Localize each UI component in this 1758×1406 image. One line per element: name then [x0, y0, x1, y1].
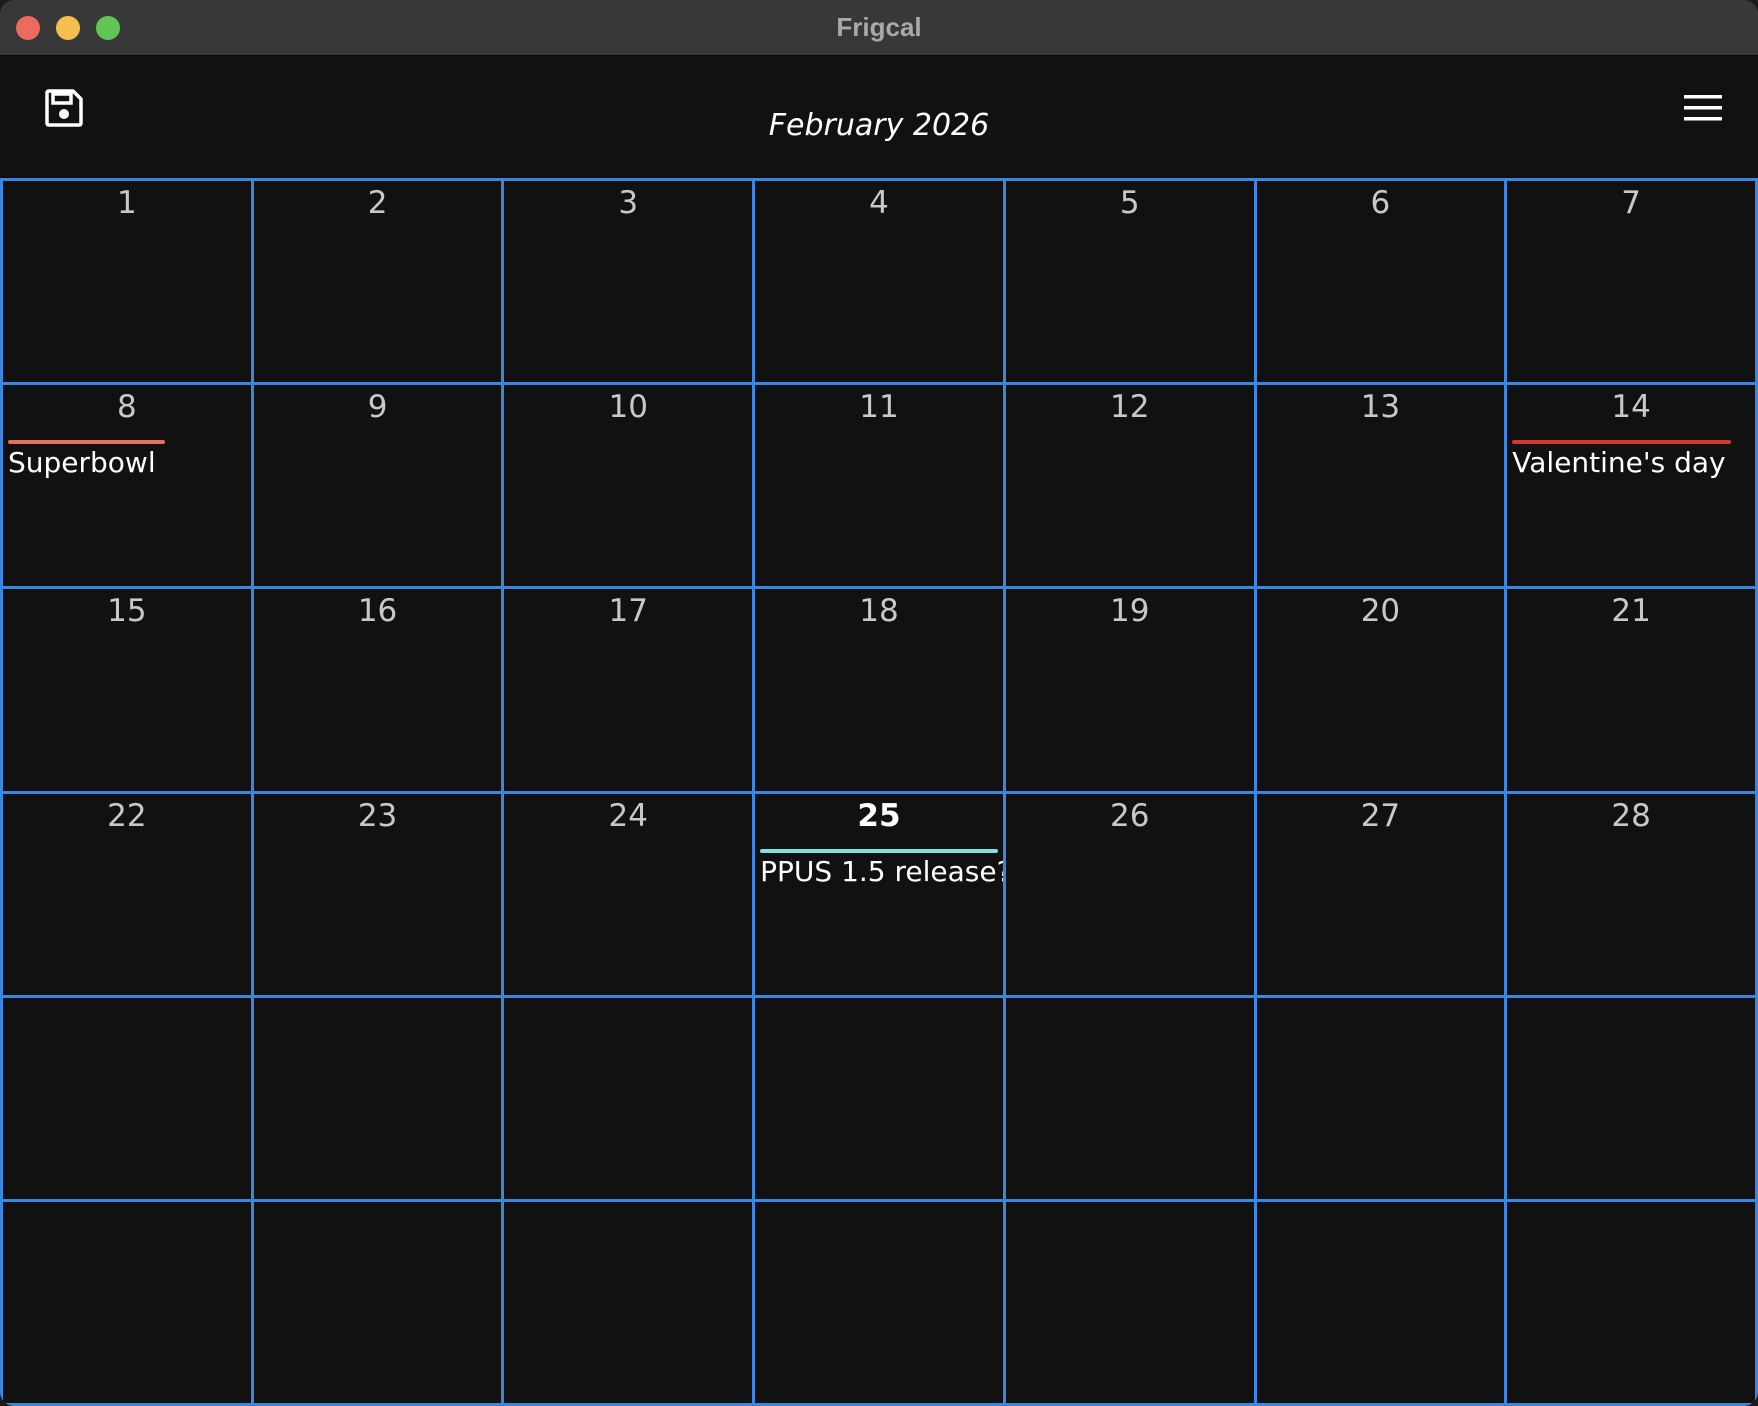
day-cell[interactable]: 13 — [1256, 385, 1508, 590]
event-category-bar — [760, 848, 998, 853]
day-cell[interactable] — [504, 997, 756, 1202]
day-cell[interactable] — [504, 1201, 756, 1406]
day-cell[interactable]: 23 — [253, 793, 505, 998]
event-category-bar — [1512, 440, 1731, 445]
day-cell[interactable]: 26 — [1005, 793, 1257, 998]
day-cell[interactable]: 18 — [755, 589, 1006, 794]
day-cell[interactable] — [755, 1201, 1006, 1406]
day-cell[interactable]: 20 — [1256, 589, 1508, 794]
event-item[interactable]: Superbowl — [8, 440, 246, 480]
day-cell[interactable]: 10 — [504, 385, 756, 590]
day-number: 11 — [859, 389, 899, 426]
day-number: 2 — [367, 185, 388, 221]
day-number: 15 — [107, 593, 147, 630]
day-cell[interactable]: 17 — [504, 589, 756, 794]
event-category-bar — [8, 440, 165, 445]
day-cell[interactable] — [3, 1201, 254, 1406]
day-number: 4 — [869, 185, 889, 221]
day-number: 16 — [357, 593, 398, 630]
day-cell[interactable] — [1256, 1201, 1508, 1406]
event-label: Superbowl — [8, 446, 156, 480]
event-label: PPUS 1.5 release? — [760, 854, 1006, 888]
day-cell[interactable]: 21 — [1507, 589, 1758, 794]
day-number: 1 — [116, 185, 137, 221]
month-grid: 1 2 3 4 5 6 7 8 Superbowl 9 10 11 12 13 14 Valentine's … — [0, 178, 1758, 1406]
day-number: 9 — [367, 389, 388, 426]
day-number: 22 — [107, 797, 147, 834]
day-number: 7 — [1621, 185, 1641, 221]
day-cell[interactable]: 2 — [253, 181, 505, 386]
day-cell[interactable]: 19 — [1005, 589, 1257, 794]
day-number: 23 — [357, 797, 398, 834]
day-cell[interactable] — [1507, 1201, 1758, 1406]
day-cell[interactable] — [755, 997, 1006, 1202]
day-number: 14 — [1611, 389, 1651, 426]
day-cell[interactable]: 15 — [3, 589, 254, 794]
day-cell[interactable]: 7 — [1507, 181, 1758, 386]
day-number: 13 — [1360, 389, 1401, 426]
day-number: 26 — [1109, 797, 1150, 834]
day-cell[interactable]: 12 — [1005, 385, 1257, 590]
day-cell[interactable]: 27 — [1256, 793, 1508, 998]
toolbar: February 2026 — [0, 56, 1758, 178]
day-cell[interactable] — [1256, 997, 1508, 1202]
hamburger-menu-icon — [1684, 95, 1722, 121]
day-cell[interactable]: 5 — [1005, 181, 1257, 386]
day-number: 18 — [859, 593, 899, 630]
day-number: 28 — [1611, 797, 1651, 834]
day-number: 21 — [1611, 593, 1651, 630]
event-item[interactable]: PPUS 1.5 release? — [760, 848, 1006, 889]
day-number: 24 — [608, 797, 648, 834]
day-cell[interactable] — [253, 997, 505, 1202]
day-number: 19 — [1109, 593, 1150, 630]
day-number: 3 — [618, 185, 639, 221]
day-cell[interactable]: 16 — [253, 589, 505, 794]
day-cell[interactable] — [3, 997, 254, 1202]
day-number: 25 — [857, 797, 901, 834]
app-window: Frigcal February 2026 1 2 3 4 5 6 7 8 Superbowl 9… — [0, 0, 1758, 1406]
day-cell[interactable]: 3 — [504, 181, 756, 386]
day-cell[interactable] — [1507, 997, 1758, 1202]
day-number: 5 — [1119, 185, 1140, 221]
window-title: Frigcal — [836, 12, 922, 42]
day-cell[interactable] — [1005, 997, 1257, 1202]
event-label: Valentine's day — [1512, 446, 1726, 480]
day-number: 20 — [1360, 593, 1401, 630]
event-item[interactable]: Valentine's day — [1512, 440, 1750, 480]
day-cell[interactable]: 22 — [3, 793, 254, 998]
day-number: 17 — [608, 593, 648, 630]
title-bar[interactable]: Frigcal — [0, 0, 1758, 56]
day-cell[interactable]: 4 — [755, 181, 1006, 386]
day-cell[interactable]: 11 — [755, 385, 1006, 590]
day-number: 10 — [608, 389, 648, 426]
day-cell[interactable]: 8 Superbowl — [3, 385, 254, 590]
day-cell[interactable]: 9 — [253, 385, 505, 590]
day-cell[interactable]: 14 Valentine's day — [1507, 385, 1758, 590]
day-number: 6 — [1370, 185, 1391, 221]
menu-button[interactable] — [1676, 84, 1732, 136]
day-cell[interactable]: 24 — [504, 793, 756, 998]
month-year-title: February 2026 — [768, 108, 990, 143]
day-cell[interactable]: 28 — [1507, 793, 1758, 998]
day-number: 27 — [1360, 797, 1401, 834]
day-number: 12 — [1109, 389, 1150, 426]
day-cell[interactable]: 25 PPUS 1.5 release? — [755, 793, 1006, 998]
day-cell[interactable] — [253, 1201, 505, 1406]
day-cell[interactable] — [1005, 1201, 1257, 1406]
day-cell[interactable]: 1 — [3, 181, 254, 386]
day-number: 8 — [116, 389, 137, 426]
day-cell[interactable]: 6 — [1256, 181, 1508, 386]
